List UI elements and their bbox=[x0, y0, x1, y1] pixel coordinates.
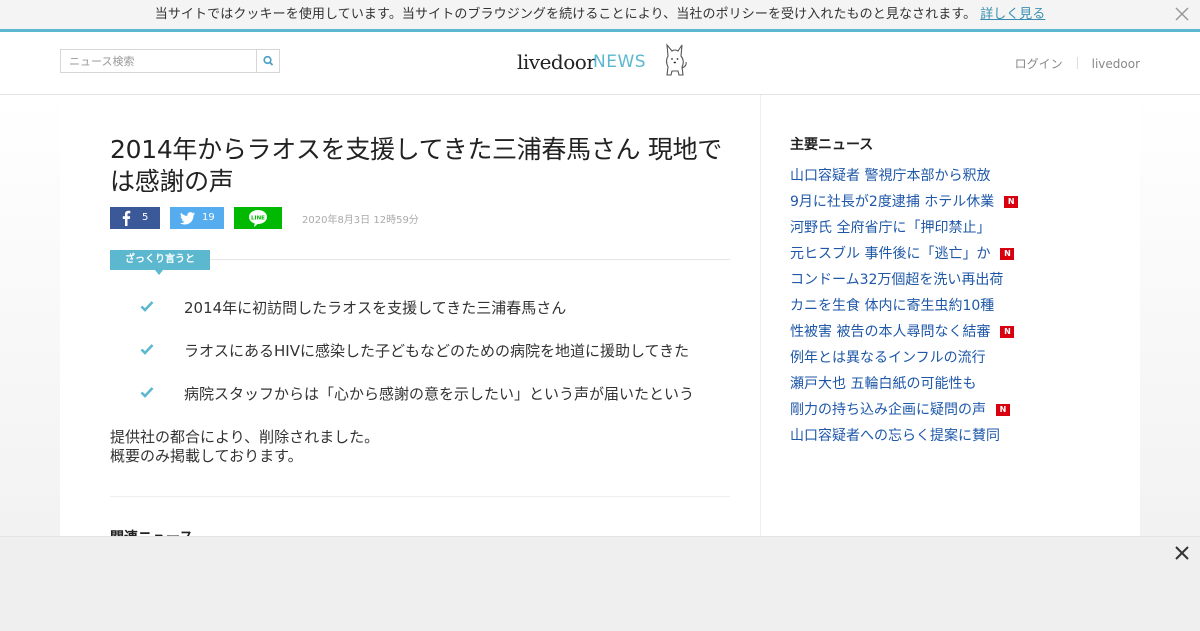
summary-tag: ざっくり言うと bbox=[110, 250, 210, 270]
login-link[interactable]: ログイン bbox=[1015, 57, 1063, 71]
news-link-text: 山口容疑者への忘らく提案に賛同 bbox=[790, 428, 1000, 444]
body-paragraph: 概要のみ掲載しております。 bbox=[110, 447, 303, 465]
body-paragraph: 提供社の都合により、削除されました。 bbox=[110, 428, 380, 446]
facebook-share-button[interactable]: 5 bbox=[110, 207, 160, 229]
news-link-text: 山口容疑者 警視庁本部から釈放 bbox=[790, 168, 991, 184]
check-icon bbox=[140, 387, 154, 398]
new-badge: N bbox=[1004, 196, 1019, 208]
close-icon[interactable] bbox=[1174, 545, 1190, 561]
top-news-list: 山口容疑者 警視庁本部から釈放 9月に社長が2度逮捕 ホテル休業 N 河野氏 全府… bbox=[790, 166, 1019, 452]
ad-overlay bbox=[0, 536, 1200, 631]
news-link[interactable]: コンドーム32万個超を洗い再出荷 bbox=[790, 270, 1018, 296]
logo-news-text: NEWS bbox=[593, 52, 647, 72]
twitter-share-button[interactable]: 19 bbox=[170, 207, 224, 229]
header-links: ログイン livedoor bbox=[1015, 55, 1140, 72]
news-link-text: 9月に社長が2度逮捕 ホテル休業 bbox=[790, 194, 995, 210]
search-icon bbox=[263, 55, 274, 66]
new-badge: N bbox=[996, 404, 1010, 416]
news-link[interactable]: 山口容疑者への忘らく提案に賛同 bbox=[790, 426, 1018, 452]
check-icon bbox=[140, 301, 154, 312]
check-icon bbox=[140, 344, 154, 355]
facebook-icon bbox=[122, 210, 131, 226]
summary-tag-pointer bbox=[155, 270, 163, 275]
cookie-banner-text: 当サイトではクッキーを使用しています。当サイトのブラウジングを続けることにより、… bbox=[154, 7, 977, 22]
news-link[interactable]: 剛力の持ち込み企画に疑問の声 N bbox=[790, 400, 1018, 426]
summary-point-text: 2014年に初訪問したラオスを支援してきた三浦春馬さん bbox=[184, 299, 567, 317]
news-link[interactable]: 性被害 被告の本人尋問なく結審 N bbox=[790, 322, 1018, 348]
line-share-button[interactable]: LINE bbox=[234, 207, 282, 229]
new-badge: N bbox=[1000, 326, 1015, 338]
cookie-details-link[interactable]: 詳しく見る bbox=[980, 7, 1045, 22]
news-link[interactable]: 元ヒスブル 事件後に「逃亡」か N bbox=[790, 244, 1018, 270]
column-divider bbox=[760, 95, 761, 536]
article-title: 2014年からラオスを支援してきた三浦春馬さん 現地では感謝の声 bbox=[110, 135, 722, 196]
close-icon[interactable] bbox=[1174, 6, 1190, 22]
site-header: livedoor NEWS ログイン livedoor bbox=[0, 32, 1200, 95]
news-link-text: 性被害 被告の本人尋問なく結審 bbox=[790, 324, 991, 340]
svg-text:LINE: LINE bbox=[251, 215, 265, 221]
line-icon: LINE bbox=[249, 210, 267, 227]
twitter-icon bbox=[180, 212, 195, 225]
top-news-heading: 主要ニュース bbox=[790, 137, 874, 153]
news-link[interactable]: カニを生食 体内に寄生虫約10種 bbox=[790, 296, 1018, 322]
search-input[interactable] bbox=[61, 50, 257, 72]
news-link-text: 元ヒスブル 事件後に「逃亡」か bbox=[790, 246, 991, 262]
news-link-text: 瀬戸大也 五輪白紙の可能性も bbox=[790, 376, 977, 392]
twitter-share-count: 19 bbox=[202, 212, 215, 223]
news-link-text: カニを生食 体内に寄生虫約10種 bbox=[790, 298, 995, 314]
divider bbox=[1076, 57, 1078, 69]
new-badge: N bbox=[1000, 248, 1015, 260]
publish-date: 2020年8月3日 12時59分 bbox=[302, 215, 419, 226]
divider bbox=[110, 496, 730, 497]
news-link-text: 例年とは異なるインフルの流行 bbox=[790, 350, 986, 366]
article-body: 提供社の都合により、削除されました。 概要のみ掲載しております。 bbox=[110, 428, 379, 466]
news-link-text: 河野氏 全府省庁に「押印禁止」 bbox=[790, 220, 991, 236]
facebook-share-count: 5 bbox=[142, 212, 149, 223]
news-link[interactable]: 山口容疑者 警視庁本部から釈放 bbox=[790, 166, 1018, 192]
news-link[interactable]: 9月に社長が2度逮捕 ホテル休業 N bbox=[790, 192, 1019, 218]
cookie-banner: 当サイトではクッキーを使用しています。当サイトのブラウジングを続けることにより、… bbox=[0, 0, 1200, 32]
search-button[interactable] bbox=[256, 50, 279, 72]
news-link[interactable]: 例年とは異なるインフルの流行 bbox=[790, 348, 1018, 374]
summary-point-text: ラオスにあるHIVに感染した子どもなどのための病院を地道に援助してきた bbox=[184, 342, 690, 360]
news-link[interactable]: 瀬戸大也 五輪白紙の可能性も bbox=[790, 374, 1018, 400]
logo-livedoor-text: livedoor bbox=[517, 50, 596, 74]
livedoor-link[interactable]: livedoor bbox=[1092, 57, 1140, 71]
news-link[interactable]: 河野氏 全府省庁に「押印禁止」 bbox=[790, 218, 1018, 244]
news-link-text: 剛力の持ち込み企画に疑問の声 bbox=[790, 402, 986, 418]
summary-point-text: 病院スタッフからは「心から感謝の意を示したい」という声が届いたという bbox=[184, 385, 695, 403]
dog-mascot-icon bbox=[665, 43, 687, 76]
search-form bbox=[60, 49, 280, 73]
news-link-text: コンドーム32万個超を洗い再出荷 bbox=[790, 272, 1004, 288]
